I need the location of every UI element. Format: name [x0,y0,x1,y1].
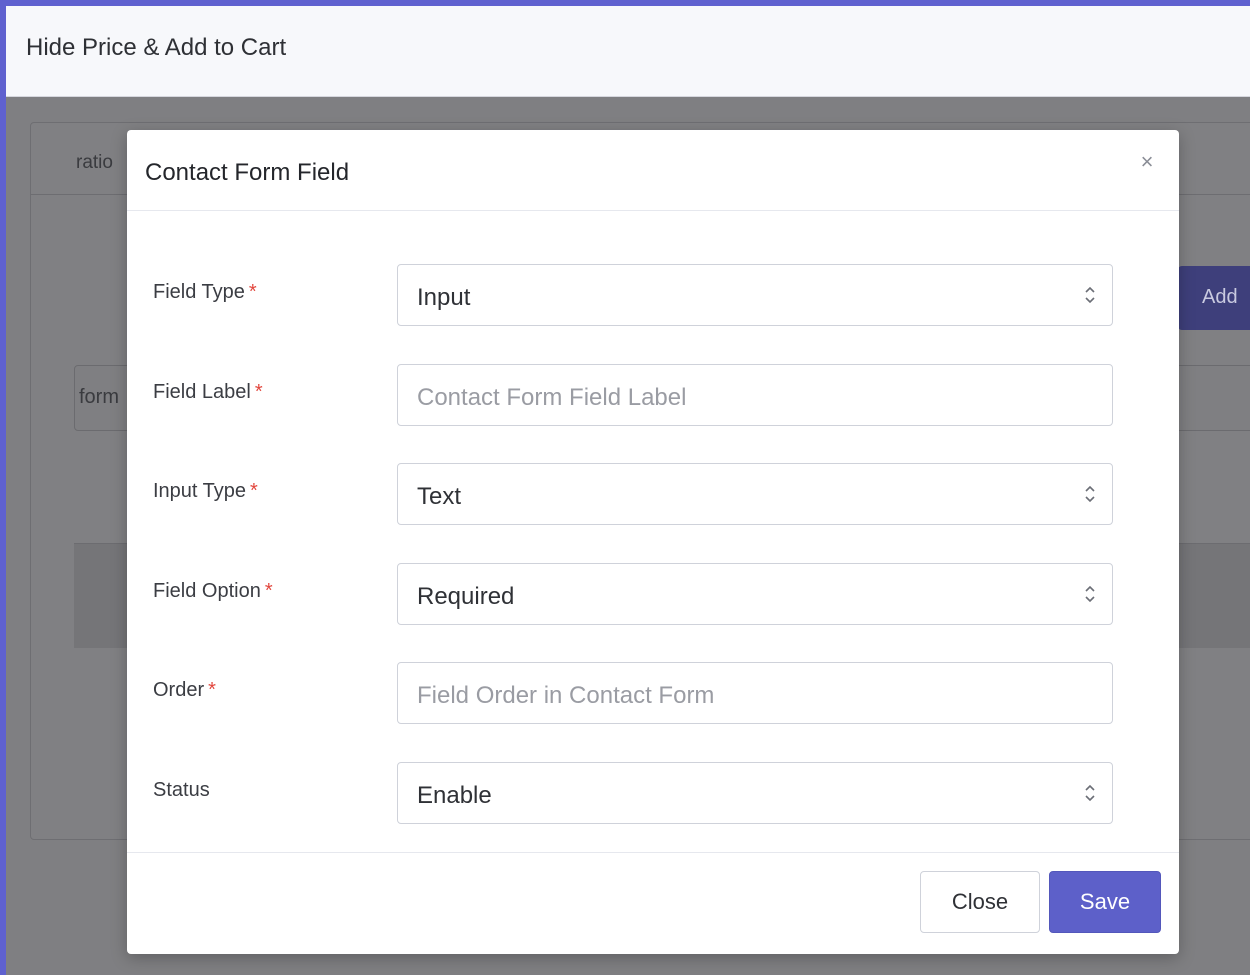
required-mark: * [254,381,263,403]
input-type-value: Text [417,483,462,510]
contact-form-field-modal: Contact Form Field × Field Type * Input F… [127,130,1179,954]
app-header: Hide Price & Add to Cart [6,6,1250,97]
required-mark: * [264,580,273,602]
background-add-button: Add [1178,266,1250,330]
background-input-text: form [79,386,119,408]
required-mark: * [250,480,258,502]
input-type-select[interactable]: Text [397,463,1113,525]
background-add-label: Add [1202,286,1238,308]
order-placeholder: Field Order in Contact Form [417,682,715,709]
field-option-row: Field Option * Required [127,563,1179,627]
modal-footer: Close Save [127,852,1179,955]
close-button[interactable]: Close [920,871,1040,933]
modal-title: Contact Form Field [145,159,350,186]
updown-chevron-icon [1085,286,1095,304]
field-option-select[interactable]: Required [397,563,1113,625]
save-button[interactable]: Save [1049,871,1161,933]
status-row: Status Enable [127,762,1179,826]
field-label-label: Field Label * [153,381,263,403]
required-mark: * [248,281,257,303]
order-row: Order * Field Order in Contact Form [127,662,1179,726]
order-input[interactable]: Field Order in Contact Form [397,662,1113,724]
updown-chevron-icon [1085,585,1095,603]
order-label: Order * [153,679,216,701]
field-label-input[interactable]: Contact Form Field Label [397,364,1113,426]
status-label: Status [153,779,210,801]
field-type-select[interactable]: Input [397,264,1113,326]
field-option-label: Field Option * [153,580,273,602]
field-type-label: Field Type * [153,281,257,303]
app-title: Hide Price & Add to Cart [26,34,287,61]
field-label-row: Field Label * Contact Form Field Label [127,364,1179,428]
status-select[interactable]: Enable [397,762,1113,824]
modal-header: Contact Form Field × [127,130,1179,211]
input-type-label: Input Type * [153,480,258,502]
field-type-row: Field Type * Input [127,264,1179,328]
field-type-value: Input [417,284,471,311]
background-tab-label: ratio [76,152,113,173]
field-label-placeholder: Contact Form Field Label [417,384,687,411]
required-mark: * [208,679,216,701]
close-icon[interactable]: × [1135,150,1159,174]
field-option-value: Required [417,583,515,610]
updown-chevron-icon [1085,485,1095,503]
input-type-row: Input Type * Text [127,463,1179,527]
updown-chevron-icon [1085,784,1095,802]
status-value: Enable [417,782,492,809]
